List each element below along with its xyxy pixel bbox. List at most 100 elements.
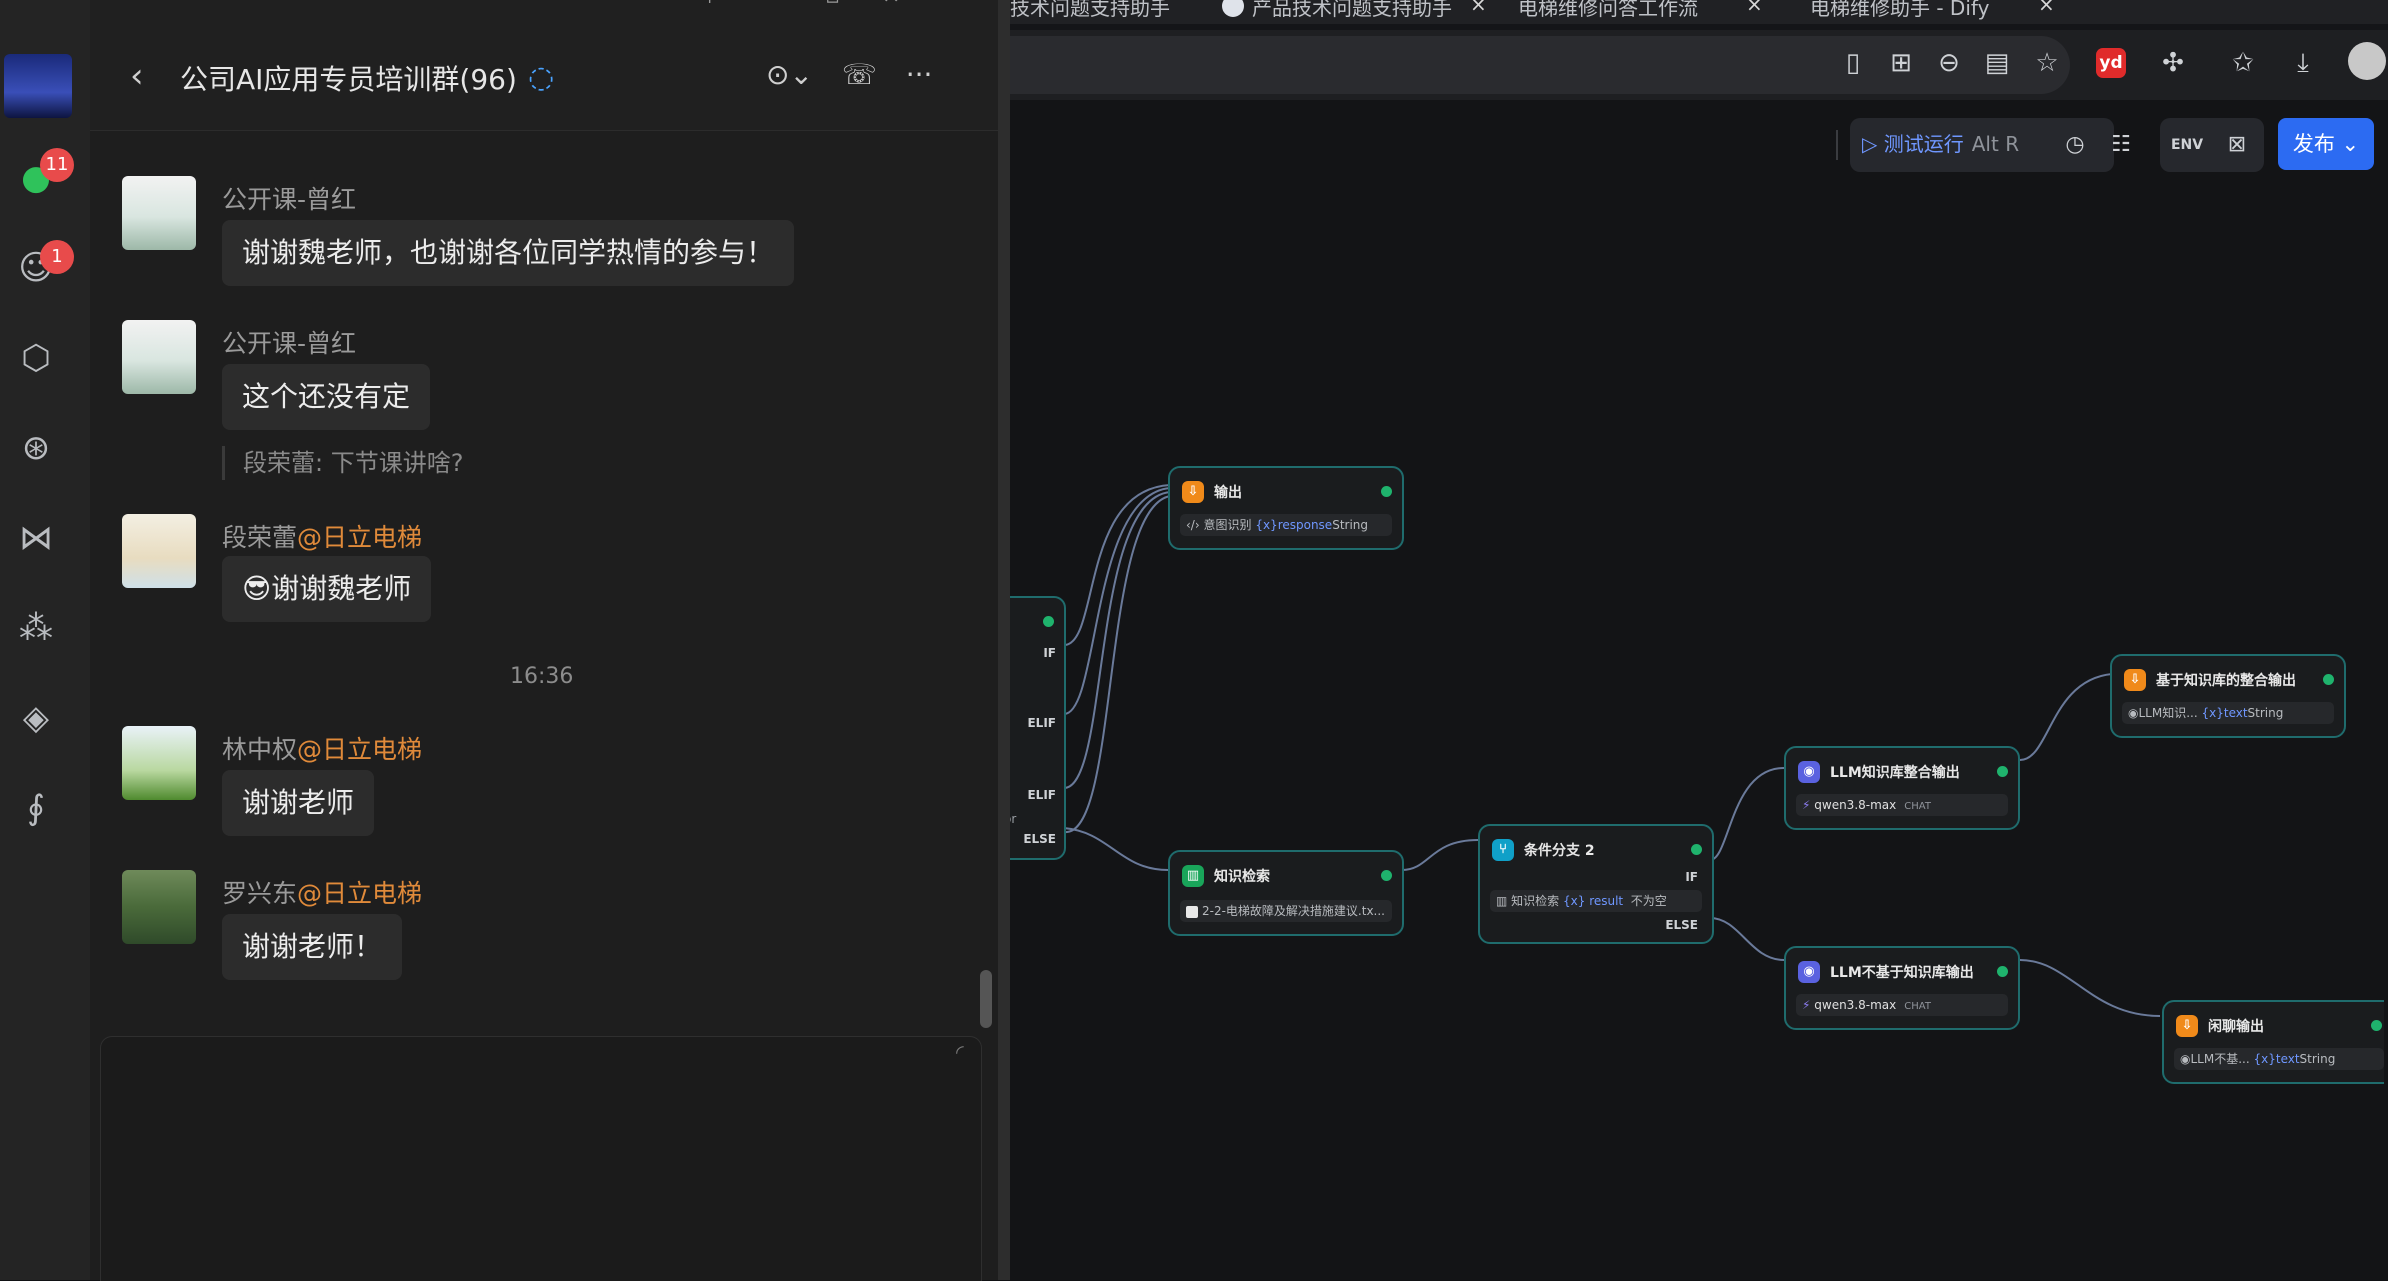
tab-close-icon[interactable]: × [1746, 0, 1763, 16]
status-dot [1997, 766, 2008, 777]
sparkle-icon[interactable]: ⁂ [14, 606, 58, 650]
resize-handle-icon[interactable]: ◜ [956, 1040, 964, 1064]
zoom-out-icon[interactable]: ⊖ [1932, 46, 1966, 80]
diamond-icon[interactable]: ◈ [14, 696, 58, 740]
edge [1709, 917, 1785, 961]
browser-tab[interactable]: 技术问题支持助手× [1010, 0, 1245, 22]
file-icon [1186, 905, 1198, 918]
node-header: ⇩ 基于知识库的整合输出 [2124, 668, 2296, 692]
model-icon: ⚡ [1802, 998, 1811, 1012]
message-bubble[interactable]: 谢谢魏老师，也谢谢各位同学热情的参与！ [222, 220, 795, 286]
aperture-icon[interactable]: ⊛ [14, 426, 58, 470]
condition-branch-node[interactable]: ⑂ 条件分支 2 IF ▥ 知识检索 {x} result 不为空 ELSE [1478, 824, 1714, 944]
extensions-grid-icon[interactable]: ⊞ [1884, 46, 1918, 80]
edge [2019, 673, 2113, 761]
branch-elif-label: ELIF [1027, 788, 1056, 802]
tab-close-icon[interactable]: × [2038, 0, 2055, 16]
edge [1063, 827, 1169, 871]
message-bubble[interactable]: 谢谢老师 [222, 770, 375, 836]
var-name: text [2223, 706, 2248, 720]
avatar[interactable] [122, 320, 196, 394]
model-row: ⚡ qwen3.8-max CHAT [1796, 794, 2008, 816]
dataset-name: 2-2-电梯故障及解决措施建议.tx... [1202, 904, 1385, 918]
output-node[interactable]: ⇩ 输出 ‹/› 意图识别 {x}responseString [1168, 466, 1404, 550]
node-header: ⑂ 条件分支 2 [1492, 838, 1595, 862]
tab-label: 电梯维修问答工作流 [1518, 0, 1698, 20]
avatar[interactable] [122, 726, 196, 800]
node-title: 条件分支 2 [1524, 843, 1595, 859]
node-title: 基于知识库的整合输出 [2156, 673, 2296, 689]
var-type: String [1332, 518, 1369, 532]
tab-favicon-icon [1222, 0, 1244, 17]
sender-company: @日立电梯 [297, 735, 423, 764]
minimize-icon[interactable]: — [761, 0, 783, 9]
account-avatar[interactable] [2348, 42, 2386, 80]
close-icon[interactable]: ✕ [882, 0, 900, 9]
reader-icon[interactable]: ▤ [1980, 46, 2014, 80]
chat-scrollbar[interactable] [980, 970, 992, 1028]
node-header: ◉ LLM不基于知识库输出 [1798, 960, 1974, 984]
node-variable-row: ◉LLM知识... {x}textString [2122, 702, 2334, 724]
maximize-icon[interactable]: ▫ [825, 0, 840, 9]
node-title: LLM知识库整合输出 [1830, 765, 1960, 781]
star-icon[interactable]: ☆ [2030, 46, 2064, 80]
infinity-icon[interactable]: ⋈ [14, 516, 58, 560]
browser-tab[interactable]: 电梯维修助手 - Dify × [1810, 0, 2055, 22]
download-icon[interactable]: ⤓ [2286, 46, 2320, 80]
group-chat-icon[interactable]: ◌ [528, 60, 554, 95]
var-source: 知识检索 [1511, 894, 1560, 908]
node-dataset-row: 2-2-电梯故障及解决措施建议.tx... [1180, 900, 1392, 922]
avatar[interactable] [122, 870, 196, 944]
puzzle-icon[interactable]: ✣ [2156, 46, 2190, 80]
sender-name: 林中权@日立电梯 [222, 730, 422, 766]
node-header: ⇩ 闲聊输出 [2176, 1014, 2264, 1038]
llm-icon: ◉ [1798, 761, 1820, 783]
link-icon[interactable]: ∮ [14, 786, 58, 830]
model-tag: CHAT [1904, 801, 1931, 812]
youdao-icon[interactable]: yd [2096, 48, 2126, 78]
user-avatar[interactable] [4, 54, 72, 118]
quoted-message[interactable]: 段荣蕾: 下节课讲啥? [222, 446, 463, 480]
browser-tab[interactable]: 电梯维修问答工作流 × [1518, 0, 1763, 22]
more-icon[interactable]: ··· [906, 58, 933, 91]
sender-label: 林中权 [222, 735, 298, 764]
llm-icon: ◉ [1798, 961, 1820, 983]
output-icon: ⇩ [2124, 669, 2146, 691]
branch-else-label: ELSE [1665, 918, 1698, 932]
message-bubble[interactable]: 😎谢谢魏老师 [222, 556, 432, 622]
back-arrow-icon[interactable]: ‹ [130, 56, 144, 96]
node-header: ▥ 知识检索 [1182, 864, 1270, 888]
tab-close-icon[interactable]: × [1470, 0, 1487, 16]
tab-label: 技术问题支持助手 [1010, 0, 1170, 20]
clipboard-icon[interactable]: ▯ [1836, 46, 1870, 80]
message-input[interactable] [100, 1036, 982, 1281]
model-name: qwen3.8-max [1814, 798, 1897, 812]
status-dot [1381, 870, 1392, 881]
time-divider: 16:36 [510, 664, 574, 689]
cube-icon[interactable]: ⬡ [14, 336, 58, 380]
message-bubble[interactable]: 谢谢老师！ [222, 914, 403, 980]
kb-output-node[interactable]: ⇩ 基于知识库的整合输出 ◉LLM知识... {x}textString [2110, 654, 2346, 738]
node-variable-row: ◉LLM不基... {x}textString [2174, 1048, 2384, 1070]
knowledge-retrieval-node[interactable]: ▥ 知识检索 2-2-电梯故障及解决措施建议.tx... [1168, 850, 1404, 936]
llm-nokb-node[interactable]: ◉ LLM不基于知识库输出 ⚡ qwen3.8-max CHAT [1784, 946, 2020, 1030]
favorites-icon[interactable]: ✩ [2226, 46, 2260, 80]
pin-icon[interactable]: ⊤ [700, 0, 719, 9]
avatar[interactable] [122, 176, 196, 250]
status-dot [1043, 616, 1054, 627]
message-bubble[interactable]: 这个还没有定 [222, 364, 431, 430]
sender-label: 公开课-曾红 [222, 329, 357, 358]
chat-output-node[interactable]: ⇩ 闲聊输出 ◉LLM不基... {x}textString [2162, 1000, 2384, 1084]
var-source: 意图识别 [1203, 518, 1252, 532]
sender-name: 罗兴东@日立电梯 [222, 874, 422, 910]
edge [2019, 959, 2161, 1017]
tab-label: 电梯维修助手 - Dify [1810, 0, 1990, 20]
node-title: 闲聊输出 [2208, 1019, 2264, 1035]
llm-kb-node[interactable]: ◉ LLM知识库整合输出 ⚡ qwen3.8-max CHAT [1784, 746, 2020, 830]
browser-tab-active[interactable]: 产品技术问题支持助手 × [1222, 0, 1487, 22]
chat-options-icon[interactable]: ⊙⌄ [766, 58, 813, 91]
node-header: ◉ LLM知识库整合输出 [1798, 760, 1960, 784]
edge [1709, 767, 1785, 861]
call-icon[interactable]: ☏ [842, 58, 877, 91]
avatar[interactable] [122, 514, 196, 588]
